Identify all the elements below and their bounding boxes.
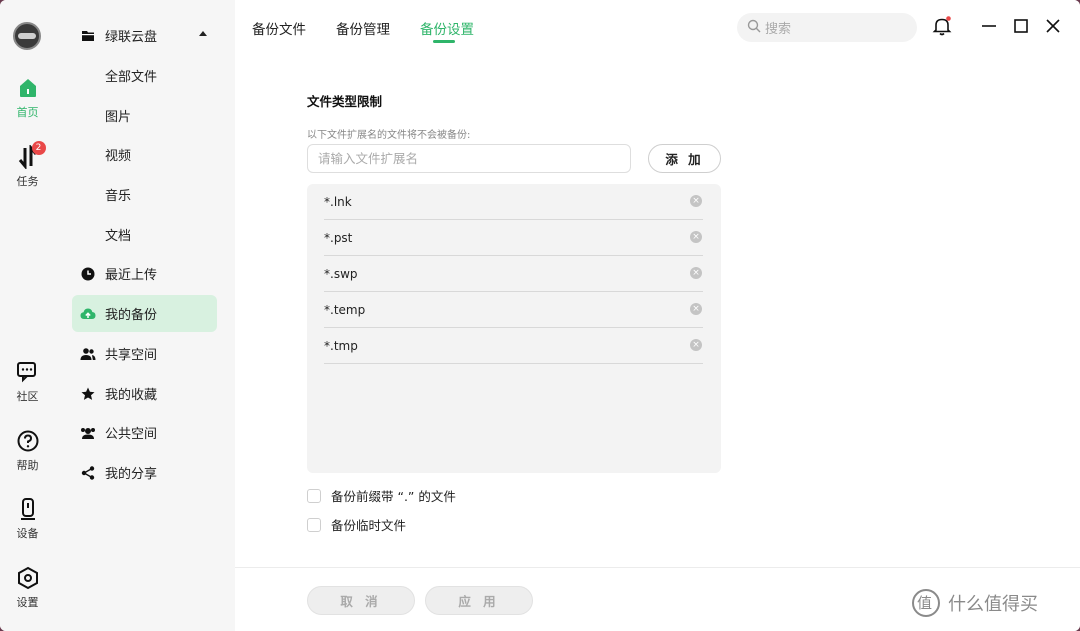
sidebar-item-label: 我的分享	[105, 467, 158, 482]
rail-label: 任务	[16, 175, 39, 188]
option-temp-files[interactable]: 备份临时文件	[307, 515, 406, 534]
home-icon	[16, 76, 40, 100]
rail-item-settings[interactable]: 设置	[0, 566, 55, 610]
rail-item-home[interactable]: 首页	[0, 76, 55, 120]
option-label: 备份临时文件	[331, 518, 407, 533]
watermark-logo-icon	[912, 589, 940, 617]
sidebar: 绿联云盘 全部文件 图片 视频 音乐 文档 最近上传 我的备份 共享空间 我的收…	[55, 0, 235, 631]
sidebar-item-label: 最近上传	[105, 268, 158, 283]
extension-label: *.lnk	[324, 194, 352, 209]
settings-icon	[16, 566, 40, 590]
app-window: 首页 2 任务 社区 帮助 设备 设置 绿联云盘 全部文件 图片 视频 音乐 文…	[0, 0, 1080, 631]
sidebar-item-label: 绿联云盘	[105, 30, 158, 45]
sidebar-item-images[interactable]: 图片	[72, 97, 217, 134]
sidebar-item-label: 共享空间	[105, 348, 158, 363]
cancel-button[interactable]: 取 消	[307, 586, 415, 615]
rail-label: 设备	[16, 527, 39, 540]
tab-backup-management[interactable]: 备份管理	[336, 18, 390, 38]
sidebar-item-all-files[interactable]: 全部文件	[72, 57, 217, 94]
remove-icon[interactable]: ×	[690, 231, 702, 243]
collapse-caret-icon[interactable]	[199, 31, 207, 36]
device-icon	[16, 497, 40, 521]
top-bar: 备份文件 备份管理 备份设置 搜索	[235, 0, 1080, 55]
rail-item-device[interactable]: 设备	[0, 497, 55, 541]
remove-icon[interactable]: ×	[690, 303, 702, 315]
option-dotfiles[interactable]: 备份前缀带 “.” 的文件	[307, 486, 456, 505]
star-icon	[80, 386, 96, 402]
sidebar-item-music[interactable]: 音乐	[72, 176, 217, 213]
task-badge: 2	[31, 141, 46, 155]
extension-label: *.temp	[324, 302, 366, 317]
remove-icon[interactable]: ×	[690, 267, 702, 279]
sidebar-item-label: 全部文件	[105, 70, 158, 85]
sidebar-item-shared-space[interactable]: 共享空间	[72, 335, 217, 372]
apply-button[interactable]: 应 用	[425, 586, 533, 615]
bell-icon[interactable]	[932, 16, 952, 36]
sidebar-item-label: 图片	[105, 110, 132, 125]
active-tab-indicator	[433, 40, 455, 43]
backup-settings-panel: 文件类型限制 以下文件扩展名的文件将不会被备份: 添 加 *.lnk × *.p…	[235, 55, 1080, 567]
rail-label: 帮助	[16, 459, 39, 472]
section-title: 文件类型限制	[307, 94, 383, 109]
sidebar-item-favorites[interactable]: 我的收藏	[72, 375, 217, 412]
sidebar-item-label: 公共空间	[105, 427, 158, 442]
sidebar-item-documents[interactable]: 文档	[72, 216, 217, 253]
rail-item-tasks[interactable]: 2 任务	[0, 141, 55, 189]
rail-item-community[interactable]: 社区	[0, 360, 55, 404]
search-icon	[747, 19, 761, 37]
extension-label: *.pst	[324, 230, 353, 245]
extension-input[interactable]	[307, 144, 631, 173]
cloud-upload-icon	[80, 306, 96, 322]
extension-label: *.tmp	[324, 338, 358, 353]
checkbox[interactable]	[307, 488, 321, 503]
sidebar-item-label: 文档	[105, 229, 132, 244]
list-item: *.temp ×	[324, 292, 703, 328]
close-icon[interactable]	[1043, 16, 1063, 36]
section-hint: 以下文件扩展名的文件将不会被备份:	[307, 130, 471, 141]
nav-rail: 首页 2 任务 社区 帮助 设备 设置	[0, 0, 55, 631]
sidebar-item-label: 视频	[105, 149, 132, 164]
list-item: *.tmp ×	[324, 328, 703, 364]
sidebar-item-my-backup[interactable]: 我的备份	[72, 295, 217, 332]
help-icon	[16, 429, 40, 453]
tab-backup-files[interactable]: 备份文件	[252, 18, 306, 38]
option-label: 备份前缀带 “.” 的文件	[331, 489, 456, 504]
rail-label: 设置	[16, 596, 39, 609]
sidebar-item-ugreen-cloud[interactable]: 绿联云盘	[72, 17, 217, 54]
avatar[interactable]	[13, 22, 41, 50]
add-button[interactable]: 添 加	[648, 144, 721, 173]
tab-backup-settings[interactable]: 备份设置	[420, 18, 474, 38]
transfer-icon: 2	[16, 141, 46, 171]
folder-icon	[80, 28, 96, 44]
list-item: *.swp ×	[324, 256, 703, 292]
chat-icon	[16, 360, 40, 384]
search-placeholder: 搜索	[765, 22, 792, 37]
search-input[interactable]: 搜索	[737, 13, 917, 42]
sidebar-item-label: 我的备份	[105, 308, 158, 323]
extension-list: *.lnk × *.pst × *.swp × *.temp × *.tmp ×	[307, 184, 721, 473]
watermark-text: 什么值得买	[948, 594, 1038, 615]
list-item: *.lnk ×	[324, 184, 703, 220]
extension-label: *.swp	[324, 266, 358, 281]
sidebar-item-videos[interactable]: 视频	[72, 136, 217, 173]
maximize-icon[interactable]	[1011, 16, 1031, 36]
sidebar-item-my-shares[interactable]: 我的分享	[72, 454, 217, 491]
sidebar-item-public-space[interactable]: 公共空间	[72, 414, 217, 451]
minimize-icon[interactable]	[979, 16, 999, 36]
checkbox[interactable]	[307, 517, 321, 532]
share-icon	[80, 465, 96, 481]
remove-icon[interactable]: ×	[690, 195, 702, 207]
people-icon	[80, 346, 96, 362]
remove-icon[interactable]: ×	[690, 339, 702, 351]
rail-label: 首页	[16, 106, 39, 119]
rail-label: 社区	[16, 390, 39, 403]
list-item: *.pst ×	[324, 220, 703, 256]
group-icon	[80, 425, 96, 441]
sidebar-item-label: 音乐	[105, 189, 132, 204]
watermark: 什么值得买	[912, 589, 1038, 617]
sidebar-item-recent-uploads[interactable]: 最近上传	[72, 255, 217, 292]
sidebar-item-label: 我的收藏	[105, 388, 158, 403]
clock-icon	[80, 266, 96, 282]
rail-item-help[interactable]: 帮助	[0, 429, 55, 473]
